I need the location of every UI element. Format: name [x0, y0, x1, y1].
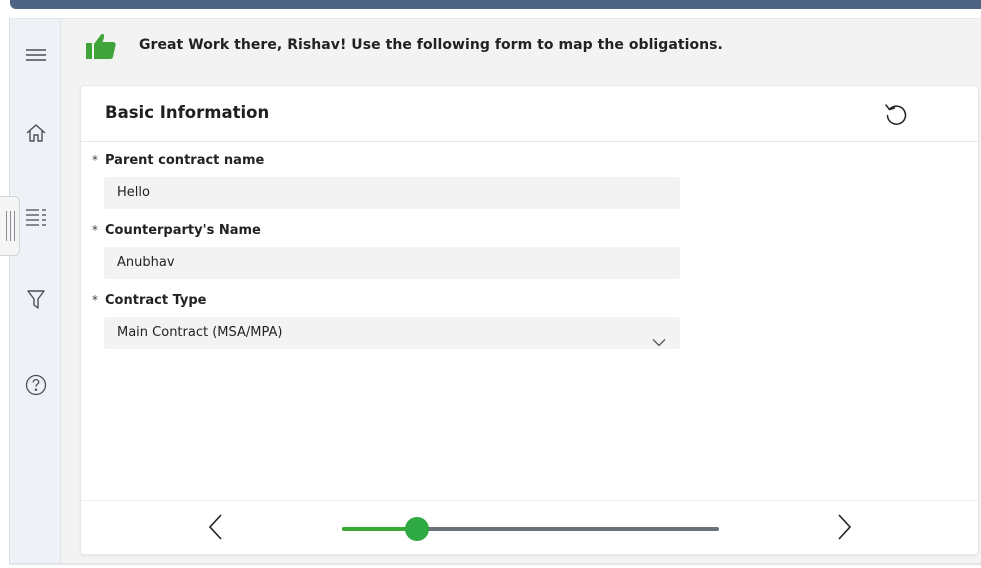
counterparty-input[interactable]: Anubhav — [104, 247, 680, 279]
undo-icon[interactable] — [882, 100, 910, 128]
card-footer — [81, 500, 978, 555]
card-title: Basic Information — [105, 103, 270, 122]
parent-contract-label-text: Parent contract name — [105, 153, 265, 168]
sidebar — [10, 19, 61, 563]
contract-type-label: * Contract Type — [92, 293, 207, 308]
frame-bottom-border — [9, 563, 981, 565]
list-icon[interactable] — [24, 205, 48, 229]
hamburger-menu-icon[interactable] — [24, 43, 48, 67]
required-mark: * — [92, 153, 98, 167]
thumbs-up-icon — [85, 32, 117, 64]
top-app-bar — [10, 0, 981, 9]
progress-track — [342, 517, 719, 541]
contract-type-selected-value: Main Contract (MSA/MPA) — [117, 325, 283, 340]
basic-information-card: Basic Information * Parent contract name … — [80, 85, 979, 555]
banner-message: Great Work there, Rishav! Use the follow… — [139, 37, 723, 53]
counterparty-label-text: Counterparty's Name — [105, 223, 261, 238]
contract-type-label-text: Contract Type — [105, 293, 207, 308]
previous-chevron-icon[interactable] — [204, 513, 228, 541]
side-panel-drag-handle[interactable] — [0, 196, 20, 256]
progress-slider-knob[interactable] — [405, 517, 430, 541]
home-icon[interactable] — [24, 121, 48, 145]
required-mark: * — [92, 293, 98, 307]
chevron-down-icon — [652, 328, 666, 360]
filter-icon[interactable] — [24, 288, 48, 312]
counterparty-label: * Counterparty's Name — [92, 223, 261, 238]
parent-contract-input[interactable]: Hello — [104, 177, 680, 209]
help-icon[interactable] — [24, 373, 48, 397]
required-mark: * — [92, 223, 98, 237]
next-chevron-icon[interactable] — [832, 513, 856, 541]
card-header: Basic Information — [81, 86, 978, 142]
parent-contract-label: * Parent contract name — [92, 153, 264, 168]
contract-type-select[interactable]: Main Contract (MSA/MPA) — [104, 317, 680, 349]
